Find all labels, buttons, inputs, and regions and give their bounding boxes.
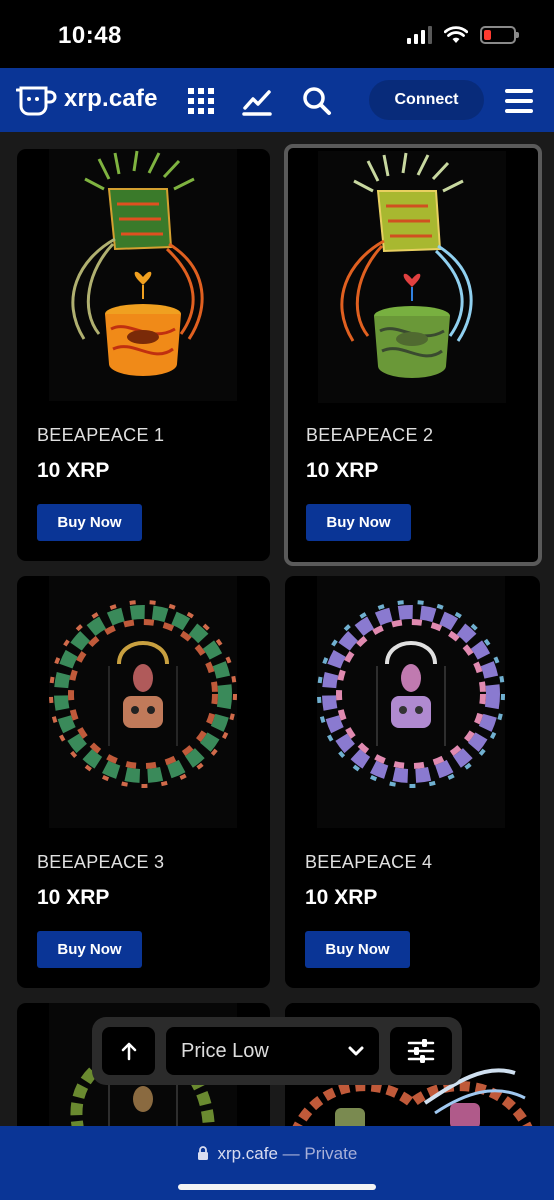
nft-name: BEEAPEACE 3 <box>37 852 165 872</box>
nft-price: 10 XRP <box>37 459 110 482</box>
grid-menu-icon[interactable] <box>186 86 216 116</box>
browser-address-bar[interactable]: xrp.cafe — Private <box>0 1126 554 1200</box>
status-bar: 10:48 <box>0 0 554 68</box>
nft-price: 10 XRP <box>37 886 110 909</box>
private-mode-label: Private <box>304 1144 358 1163</box>
home-indicator[interactable] <box>178 1184 376 1190</box>
url-domain: xrp.cafe <box>217 1144 278 1163</box>
nft-name: BEEAPEACE 4 <box>305 852 433 872</box>
buy-now-button[interactable]: Buy Now <box>37 504 142 541</box>
url-separator: — <box>277 1144 305 1163</box>
nft-artwork[interactable] <box>49 576 237 828</box>
battery-icon <box>480 26 519 44</box>
nft-name: BEEAPEACE 1 <box>37 425 165 445</box>
hamburger-menu-icon[interactable] <box>505 86 533 116</box>
sort-selected-label: Price Low <box>181 1040 269 1062</box>
connect-wallet-button[interactable]: Connect <box>369 80 484 120</box>
nft-card[interactable]: BEEAPEACE 4 10 XRP Buy Now <box>285 576 540 988</box>
status-icons <box>407 26 519 44</box>
nft-card[interactable]: BEEAPEACE 1 10 XRP Buy Now <box>17 149 270 561</box>
chart-trend-icon[interactable] <box>242 86 272 116</box>
nft-artwork[interactable] <box>317 576 505 828</box>
nft-price: 10 XRP <box>305 886 378 909</box>
nft-name: BEEAPEACE 2 <box>306 425 434 445</box>
url-display[interactable]: xrp.cafe — Private <box>0 1144 554 1164</box>
status-time: 10:48 <box>58 22 122 49</box>
lock-icon <box>197 1146 208 1160</box>
sliders-icon <box>407 1039 435 1063</box>
filter-button[interactable] <box>390 1027 452 1075</box>
search-icon[interactable] <box>302 86 332 116</box>
cellular-signal-icon <box>407 26 432 44</box>
nft-price: 10 XRP <box>306 459 379 482</box>
coffee-cup-icon <box>16 86 57 116</box>
buy-now-button[interactable]: Buy Now <box>306 504 411 541</box>
buy-now-button[interactable]: Buy Now <box>37 931 142 968</box>
buy-now-button[interactable]: Buy Now <box>305 931 410 968</box>
sort-select[interactable]: Price Low <box>166 1027 379 1075</box>
nft-card[interactable]: BEEAPEACE 3 10 XRP Buy Now <box>17 576 270 988</box>
wifi-icon <box>444 26 468 43</box>
nft-artwork[interactable] <box>49 149 237 401</box>
brand-name: xrp.cafe <box>64 85 158 112</box>
chevron-down-icon <box>348 1046 364 1056</box>
sort-direction-button[interactable] <box>102 1027 155 1075</box>
sort-toolbar: Price Low <box>92 1017 462 1085</box>
arrow-up-icon <box>121 1042 137 1061</box>
nft-card[interactable]: BEEAPEACE 2 10 XRP Buy Now <box>284 144 542 566</box>
site-header: xrp.cafe Connect <box>0 68 554 132</box>
site-logo[interactable]: xrp.cafe <box>16 82 158 116</box>
nft-artwork[interactable] <box>318 151 506 403</box>
